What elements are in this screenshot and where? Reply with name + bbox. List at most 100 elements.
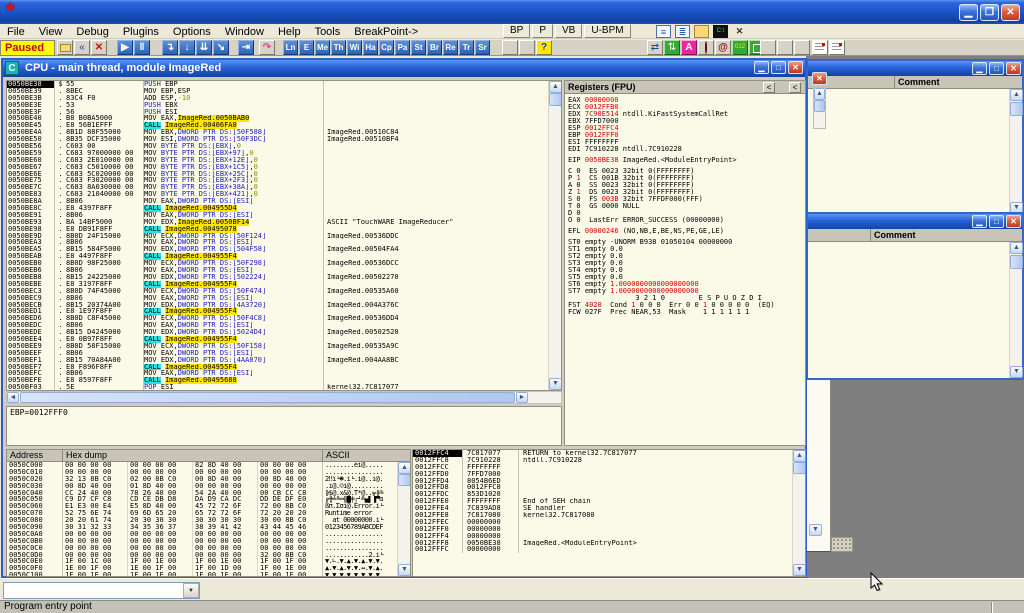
command-combobox[interactable]: ▼	[3, 582, 200, 599]
maximize-icon[interactable]: □	[771, 61, 786, 74]
stack-row[interactable]: 0012FFF000000000	[413, 526, 792, 533]
dump-row[interactable]: 0050C00000 00 00 0000 00 00 0082 8D 40 0…	[7, 462, 397, 469]
window-button-th[interactable]: Th	[331, 40, 346, 55]
disasm-row[interactable]: 0050BE8A.8B06MOV EAX,DWORD PTR DS:[ESI]	[7, 198, 548, 205]
scroll-down-icon[interactable]: ▼	[1010, 366, 1023, 378]
disasm-row[interactable]: 0050BECB.8B15 20374A00MOV EDX,DWORD PTR …	[7, 302, 548, 309]
scroll-thumb[interactable]	[1010, 102, 1023, 116]
disassembly-hscrollbar[interactable]: ◄ ►	[6, 391, 562, 404]
menu-view[interactable]: View	[32, 26, 70, 38]
step-over-icon[interactable]: ↓	[179, 40, 195, 55]
close-icon[interactable]: ✕	[1006, 215, 1021, 228]
disasm-row[interactable]: 0050BEB8.8B15 24225000MOV EDX,DWORD PTR …	[7, 274, 548, 281]
console-icon[interactable]: C:\	[713, 25, 728, 38]
restore-button[interactable]: ❐	[980, 4, 999, 21]
scroll-thumb[interactable]	[398, 474, 411, 486]
menu-window[interactable]: Window	[218, 26, 271, 38]
cpu-window[interactable]: C CPU - main thread, module ImageRed ▁ □…	[1, 58, 807, 578]
dump-row[interactable]: 0050C09030 31 32 3334 35 36 3738 39 41 4…	[7, 524, 397, 531]
scroll-up-icon[interactable]: ▲	[1010, 242, 1023, 254]
disasm-row[interactable]: 0050BEFE.E8 8597F8FFCALL ImageRed.004956…	[7, 377, 548, 384]
scrollbar[interactable]: ▲ ▼	[1009, 89, 1022, 214]
scroll-thumb[interactable]	[20, 392, 515, 403]
quick-button-u-bpm[interactable]: U-BPM	[584, 24, 630, 38]
dump-row[interactable]: 0050C0C000 00 00 0000 00 00 0000 00 00 0…	[7, 545, 397, 552]
registers-prev2-icon[interactable]: <	[789, 82, 801, 93]
run-icon[interactable]: ▶	[117, 40, 133, 55]
dump-row[interactable]: 0050C08020 20 61 7420 30 30 3030 30 30 3…	[7, 517, 397, 524]
disasm-row[interactable]: 0050BE45.E8 56B1EFFFCALL ImageRed.00406F…	[7, 122, 548, 129]
disasm-row[interactable]: 0050BE56.C603 00MOV BYTE PTR DS:[EBX],0	[7, 143, 548, 150]
help-icon[interactable]: ?	[536, 40, 552, 55]
menu-options[interactable]: Options	[166, 26, 218, 38]
disasm-row[interactable]: 0050BE50.8B35 DCF35000MOV ESI,DWORD PTR …	[7, 136, 548, 143]
report-list-icon[interactable]	[812, 40, 828, 55]
disasm-row[interactable]: 0050BEC3.8B0D 74F45000MOV ECX,DWORD PTR …	[7, 288, 548, 295]
window-button-e[interactable]: E	[299, 40, 314, 55]
stack-row[interactable]: 0012FFE47C839AD8SE handler	[413, 505, 792, 512]
menu-debug[interactable]: Debug	[69, 26, 115, 38]
comment-window-1[interactable]: ▁ □ ✕ Comment ▲ ▼	[806, 59, 1024, 216]
stack-row[interactable]: 0012FFD07FFD7000	[413, 471, 792, 478]
scroll-thumb[interactable]	[814, 100, 825, 112]
restart-back-icon[interactable]: «	[74, 40, 90, 55]
disasm-row[interactable]: 0050BEFC.8B06MOV EAX,DWORD PTR DS:[ESI]	[7, 370, 548, 377]
window-button-cp[interactable]: Cp	[379, 40, 394, 55]
main-titlebar[interactable]: * ▁ ❐ ✕	[0, 0, 1024, 24]
hidden-window-close-icon[interactable]: ✕	[812, 72, 827, 85]
comment-column-header[interactable]: Comment	[874, 230, 916, 240]
disasm-row[interactable]: 0050BE59.C683 97000000 00MOV BYTE PTR DS…	[7, 150, 548, 157]
source-doc-icon[interactable]: ≣	[675, 25, 690, 38]
minimize-icon[interactable]: ▁	[754, 61, 769, 74]
disasm-row[interactable]: 0050BEDC.8B06MOV EAX,DWORD PTR DS:[ESI]	[7, 322, 548, 329]
registers-pane[interactable]: Registers (FPU) < < EAX 00000000ECX 0012…	[564, 80, 806, 446]
disasm-row[interactable]: 0050BE40.B8 B0BA5000MOV EAX,ImageRed.005…	[7, 115, 548, 122]
window-button-re[interactable]: Re	[443, 40, 458, 55]
hidden-window-scrollbar[interactable]: ▲	[813, 87, 826, 129]
dump-pane[interactable]: Address Hex dump ASCII 0050C00000 00 00 …	[6, 449, 411, 577]
quick-button-bp[interactable]: BP	[503, 24, 530, 38]
menu-file[interactable]: File	[0, 26, 32, 38]
disasm-row[interactable]: 0050BF03.5EPOP ESIkernel32.7C817077	[7, 384, 548, 391]
register-line[interactable]: EDI 7C910228 ntdll.7C910228	[568, 146, 805, 153]
disasm-row[interactable]: 0050BEBE.E8 3197F8FFCALL ImageRed.004955…	[7, 281, 548, 288]
disasm-row[interactable]: 0050BED1.E8 1E97F8FFCALL ImageRed.004955…	[7, 308, 548, 315]
disasm-row[interactable]: 0050BEA3.8B06MOV EAX,DWORD PTR DS:[ESI]	[7, 239, 548, 246]
trace-over-icon[interactable]: ↘	[213, 40, 229, 55]
appearance-icon[interactable]	[519, 40, 535, 55]
scroll-down-icon[interactable]: ▼	[398, 564, 411, 576]
close-icon[interactable]: ✕	[1006, 62, 1021, 75]
dump-scrollbar[interactable]: ▲ ▼	[397, 462, 410, 576]
comment-window-2[interactable]: ▁ □ ✕ Comment ▲ ▼	[806, 212, 1024, 380]
disasm-row[interactable]: 0050BE98.E8 DB91F8FFCALL ImageRed.004950…	[7, 226, 548, 233]
window-button-ha[interactable]: Ha	[363, 40, 378, 55]
report-log-icon[interactable]	[829, 40, 845, 55]
stack-row[interactable]: 0012FFCCFFFFFFFF	[413, 464, 792, 471]
disasm-row[interactable]: 0050BE91.8B06MOV EAX,DWORD PTR DS:[ESI]	[7, 212, 548, 219]
dump-row[interactable]: 0050C02032 13 8B C002 00 8B C000 8D 40 0…	[7, 476, 397, 483]
stack-pane[interactable]: 0012FFC47C817077RETURN to kernel32.7C817…	[412, 449, 806, 577]
disassembly-pane[interactable]: 0050BE38$55PUSH EBP0050BE39.8BECMOV EBP,…	[6, 80, 562, 391]
disasm-row[interactable]: 0050BE8C.E8 4397F8FFCALL ImageRed.004955…	[7, 205, 548, 212]
minimize-icon[interactable]: ▁	[972, 62, 987, 75]
disasm-row[interactable]: 0050BEB6.8B06MOV EAX,DWORD PTR DS:[ESI]	[7, 267, 548, 274]
stack-row[interactable]: 0012FFFC00000000	[413, 546, 792, 553]
disassembly-scrollbar[interactable]: ▲ ▼	[548, 81, 561, 390]
updown-plugin-icon[interactable]: ⇅	[664, 40, 680, 55]
window-button-ln[interactable]: Ln	[283, 40, 298, 55]
window-button-pa[interactable]: Pa	[395, 40, 410, 55]
disasm-row[interactable]: 0050BE3B.83C4 F0ADD ESP,-10	[7, 95, 548, 102]
dump-row[interactable]: 0050C0E01F 00 1C 001F 00 1E 001F 00 1E 0…	[7, 558, 397, 565]
disasm-row[interactable]: 0050BE93.BA 14BF5000MOV EDX,ImageRed.005…	[7, 219, 548, 226]
disasm-row[interactable]: 0050BEA5.8B15 584F5000MOV EDX,DWORD PTR …	[7, 246, 548, 253]
stack-row[interactable]: 0012FFF400000000	[413, 533, 792, 540]
cpu-titlebar[interactable]: C CPU - main thread, module ImageRed ▁ □…	[3, 60, 805, 77]
scroll-thumb[interactable]	[1010, 255, 1023, 269]
scroll-thumb[interactable]	[793, 462, 806, 474]
disasm-row[interactable]: 0050BEB0.8B0D 98F25000MOV ECX,DWORD PTR …	[7, 260, 548, 267]
scroll-down-icon[interactable]: ▼	[549, 378, 562, 390]
disasm-row[interactable]: 0050BEF7.E8 F896F8FFCALL ImageRed.004955…	[7, 364, 548, 371]
swap-arrows-icon[interactable]: ⇄	[647, 40, 663, 55]
scroll-up-icon[interactable]: ▲	[793, 450, 806, 462]
minimize-button[interactable]: ▁	[959, 4, 978, 21]
